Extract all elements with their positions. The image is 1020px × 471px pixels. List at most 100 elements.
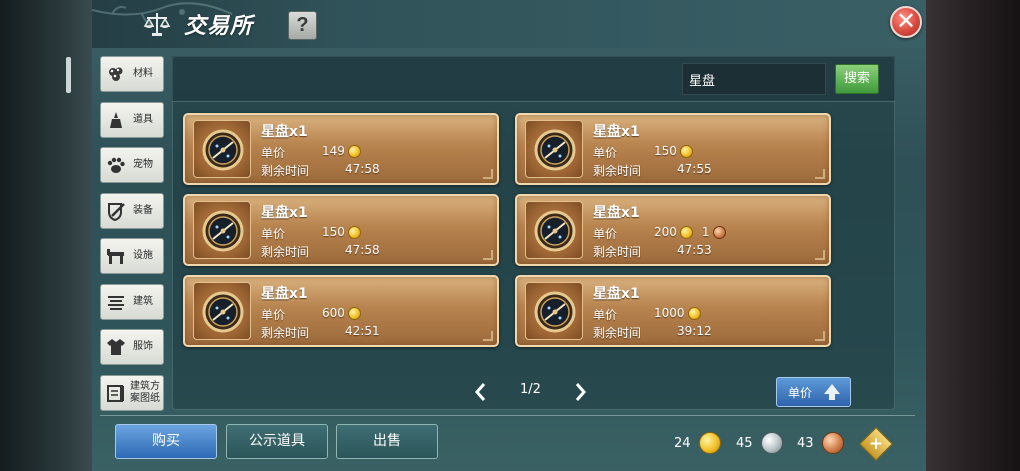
unit-price-label: 单价 bbox=[261, 308, 286, 322]
gold-amount: 600 bbox=[322, 306, 345, 320]
close-button[interactable]: ✕ bbox=[890, 6, 922, 38]
window-title: 交易所 bbox=[184, 13, 254, 39]
gold-coin-icon bbox=[687, 306, 701, 320]
search-input[interactable]: 星盘 bbox=[682, 63, 826, 95]
sidebar-item-clothing[interactable]: 服饰 bbox=[100, 329, 164, 365]
scales-icon bbox=[143, 13, 171, 36]
sidebar-item-facility[interactable]: 设施 bbox=[100, 238, 164, 274]
gold-coin-icon bbox=[698, 432, 721, 454]
remaining-time-label: 剩余时间 bbox=[593, 245, 642, 259]
item-slot bbox=[525, 120, 583, 178]
copper-balance: 43 bbox=[797, 432, 844, 454]
search-button[interactable]: 搜索 bbox=[835, 64, 879, 94]
listing-card[interactable]: 星盘x1 单价 150 剩余时间 47:58 bbox=[183, 194, 499, 266]
sidebar-item-label: 宠物 bbox=[133, 159, 153, 170]
gold-amount: 149 bbox=[322, 144, 345, 158]
copper-coin-icon bbox=[821, 432, 844, 454]
remaining-time: 42:51 bbox=[345, 324, 380, 338]
unit-price-label: 单价 bbox=[593, 227, 618, 241]
item-slot bbox=[525, 201, 583, 259]
listing-card[interactable]: 星盘x1 单价 150 剩余时间 47:55 bbox=[515, 113, 831, 185]
gold-amount: 200 bbox=[654, 225, 677, 239]
astrolabe-icon bbox=[202, 291, 244, 333]
blueprint-icon bbox=[107, 385, 124, 402]
materials-icon bbox=[109, 67, 123, 81]
listing-card[interactable]: 星盘x1 单价 200 1 剩余时间 47:53 bbox=[515, 194, 831, 266]
game-screen: 交易所 ? ✕ 材料 道具 宠物 装备 设施 建筑 服饰 建筑方 案图纸 星盘 … bbox=[0, 0, 1020, 471]
sidebar-item-materials[interactable]: 材料 bbox=[100, 56, 164, 92]
remaining-time-label: 剩余时间 bbox=[261, 164, 310, 178]
item-slot bbox=[525, 282, 583, 340]
item-name: 星盘x1 bbox=[261, 286, 308, 302]
props-icon bbox=[110, 112, 122, 128]
listing-card[interactable]: 星盘x1 单价 149 剩余时间 47:58 bbox=[183, 113, 499, 185]
remaining-time: 47:55 bbox=[677, 162, 712, 176]
sort-label: 单价 bbox=[788, 385, 813, 400]
sidebar-item-label: 材料 bbox=[133, 68, 153, 79]
gold-balance: 24 bbox=[674, 432, 721, 454]
side-scroll-indicator bbox=[66, 57, 71, 93]
copper-amount: 1 bbox=[701, 225, 710, 239]
astrolabe-icon bbox=[534, 129, 576, 171]
item-name: 星盘x1 bbox=[593, 205, 640, 221]
sort-by-unit-price-button[interactable]: 单价 bbox=[776, 377, 851, 407]
facility-icon bbox=[107, 249, 124, 264]
item-name: 星盘x1 bbox=[593, 286, 640, 302]
tab-sell[interactable]: 出售 bbox=[336, 424, 438, 459]
tab-public-items[interactable]: 公示道具 bbox=[226, 424, 328, 459]
next-page-button[interactable] bbox=[574, 381, 588, 403]
sidebar-item-equipment[interactable]: 装备 bbox=[100, 193, 164, 229]
sidebar-item-label: 装备 bbox=[133, 205, 153, 216]
gold-amount: 150 bbox=[654, 144, 677, 158]
sidebar-item-label: 设施 bbox=[133, 250, 153, 261]
silver-balance-value: 45 bbox=[736, 435, 753, 451]
sidebar-item-pets[interactable]: 宠物 bbox=[100, 147, 164, 183]
clothing-icon bbox=[107, 339, 125, 355]
help-button[interactable]: ? bbox=[288, 11, 317, 40]
building-icon bbox=[108, 296, 124, 310]
unit-price: 600 bbox=[322, 306, 361, 320]
sidebar-item-label: 建筑 bbox=[133, 296, 153, 307]
remaining-time: 39:12 bbox=[677, 324, 712, 338]
unit-price-label: 单价 bbox=[593, 308, 618, 322]
unit-price: 200 1 bbox=[654, 225, 726, 239]
remaining-time: 47:58 bbox=[345, 243, 380, 257]
title-bar: 交易所 bbox=[142, 6, 253, 42]
unit-price: 149 bbox=[322, 144, 361, 158]
item-name: 星盘x1 bbox=[261, 205, 308, 221]
remaining-time-label: 剩余时间 bbox=[593, 164, 642, 178]
remaining-time-label: 剩余时间 bbox=[261, 326, 310, 340]
copper-coin-icon bbox=[712, 225, 726, 239]
sidebar-item-blueprint[interactable]: 建筑方 案图纸 bbox=[100, 375, 164, 411]
remaining-time: 47:58 bbox=[345, 162, 380, 176]
listing-card[interactable]: 星盘x1 单价 600 剩余时间 42:51 bbox=[183, 275, 499, 347]
sidebar-item-props[interactable]: 道具 bbox=[100, 102, 164, 138]
prev-page-button[interactable] bbox=[473, 381, 487, 403]
silver-coin-icon bbox=[760, 432, 783, 454]
tab-buy[interactable]: 购买 bbox=[115, 424, 217, 459]
sidebar-item-label: 建筑方 案图纸 bbox=[130, 381, 160, 405]
gold-amount: 150 bbox=[322, 225, 345, 239]
unit-price: 1000 bbox=[654, 306, 701, 320]
sidebar-item-building[interactable]: 建筑 bbox=[100, 284, 164, 320]
unit-price: 150 bbox=[654, 144, 693, 158]
gold-amount: 1000 bbox=[654, 306, 685, 320]
astrolabe-icon bbox=[202, 210, 244, 252]
page-indicator: 1/2 bbox=[520, 382, 541, 397]
copper-balance-value: 43 bbox=[797, 435, 814, 451]
astrolabe-icon bbox=[534, 210, 576, 252]
astrolabe-icon bbox=[202, 129, 244, 171]
silver-balance: 45 bbox=[736, 432, 783, 454]
sidebar-item-label-line1: 建筑方 bbox=[130, 381, 160, 392]
sidebar-item-label: 服饰 bbox=[133, 341, 153, 352]
gold-coin-icon bbox=[347, 306, 361, 320]
remaining-time-label: 剩余时间 bbox=[261, 245, 310, 259]
gold-coin-icon bbox=[679, 144, 693, 158]
item-slot bbox=[193, 282, 251, 340]
gold-coin-icon bbox=[679, 225, 693, 239]
remaining-time: 47:53 bbox=[677, 243, 712, 257]
gold-balance-value: 24 bbox=[674, 435, 691, 451]
unit-price-label: 单价 bbox=[593, 146, 618, 160]
listing-card[interactable]: 星盘x1 单价 1000 剩余时间 39:12 bbox=[515, 275, 831, 347]
item-slot bbox=[193, 120, 251, 178]
